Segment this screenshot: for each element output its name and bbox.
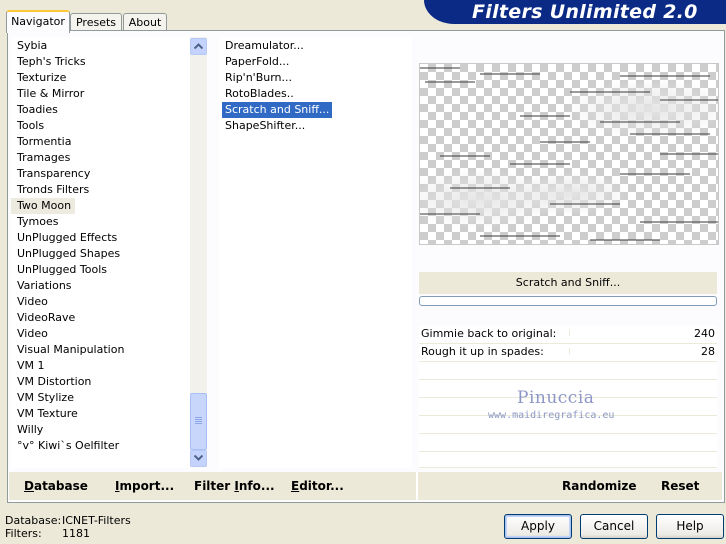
category-item[interactable]: Two Moon (11, 198, 76, 214)
param-label: Rough it up in spades: (421, 345, 544, 358)
category-item[interactable]: VM 1 (11, 358, 191, 374)
filter-list[interactable]: Dreamulator... PaperFold... Rip'n'Burn... R… (219, 37, 412, 468)
current-filter-name: Scratch and Sniff... (419, 272, 717, 294)
filter-item[interactable]: RotoBlades.. (219, 86, 412, 102)
category-item[interactable]: Toadies (11, 102, 191, 118)
filters-count-value: 1181 (62, 527, 90, 540)
category-item[interactable]: Willy (11, 422, 191, 438)
param-value[interactable]: 240 (694, 327, 715, 340)
category-item[interactable]: Sybia (11, 38, 191, 54)
database-status-value: ICNET-Filters (62, 514, 131, 527)
preview-effect (420, 67, 718, 241)
param-label: Gimmie back to original: (421, 327, 557, 340)
preview-image (419, 63, 719, 245)
filter-item[interactable]: Dreamulator... (219, 38, 412, 54)
cancel-button[interactable]: Cancel (580, 514, 648, 539)
param-row-empty[interactable] (419, 452, 717, 468)
category-item[interactable]: Transparency (11, 166, 191, 182)
category-item[interactable]: VM Stylize (11, 390, 191, 406)
category-item[interactable]: UnPlugged Tools (11, 262, 191, 278)
param-row-empty[interactable] (419, 434, 717, 452)
category-item[interactable]: Video (11, 326, 191, 342)
tab-navigator[interactable]: Navigator (6, 10, 70, 33)
filter-item[interactable]: Rip'n'Burn... (219, 70, 412, 86)
category-item[interactable]: Tramages (11, 150, 191, 166)
watermark-name: Pinuccia (517, 388, 595, 408)
watermark-url: www.maidiregrafica.eu (488, 410, 615, 421)
category-list[interactable]: Sybia Teph's Tricks Texturize Tile & Mirror… (11, 37, 191, 468)
category-scrollbar[interactable] (190, 37, 207, 467)
chevron-up-icon (194, 43, 203, 49)
randomize-button[interactable]: Randomize (562, 478, 636, 494)
apply-button[interactable]: Apply (504, 514, 572, 539)
category-item[interactable]: Tormentia (11, 134, 191, 150)
category-item[interactable]: Tronds Filters (11, 182, 191, 198)
category-item[interactable]: Teph's Tricks (11, 54, 191, 70)
category-item[interactable]: Video (11, 294, 191, 310)
tab-about[interactable]: About (123, 13, 167, 31)
category-item[interactable]: VM Texture (11, 406, 191, 422)
app-title-banner: Filters Unlimited 2.0 (424, 0, 726, 24)
category-item[interactable]: UnPlugged Shapes (11, 246, 191, 262)
category-item[interactable]: °v° Kiwi`s Oelfilter (11, 438, 191, 454)
category-item[interactable]: Visual Manipulation (11, 342, 191, 358)
scroll-down-button[interactable] (190, 450, 207, 467)
category-item[interactable]: VM Distortion (11, 374, 191, 390)
category-item[interactable]: VideoRave (11, 310, 191, 326)
param-row[interactable]: Rough it up in spades: 28 (419, 344, 717, 362)
param-row-empty[interactable] (419, 362, 717, 380)
filter-info-button[interactable]: Filter Info... (194, 478, 275, 494)
database-button[interactable]: Database (24, 478, 88, 494)
param-value[interactable]: 28 (701, 345, 715, 358)
category-item[interactable]: Texturize (11, 70, 191, 86)
filter-item[interactable]: PaperFold... (219, 54, 412, 70)
chevron-down-icon (194, 455, 203, 461)
tab-presets[interactable]: Presets (70, 13, 122, 31)
category-item[interactable]: Tools (11, 118, 191, 134)
category-item[interactable]: Variations (11, 278, 191, 294)
editor-button[interactable]: Editor... (291, 478, 344, 494)
app-title: Filters Unlimited 2.0 (472, 1, 698, 23)
param-row[interactable]: Gimmie back to original: 240 (419, 326, 717, 344)
filter-item[interactable]: ShapeShifter... (219, 118, 412, 134)
import-button[interactable]: Import... (115, 478, 174, 494)
scroll-thumb[interactable] (190, 393, 207, 450)
filters-count-label: Filters: (5, 527, 42, 540)
reset-button[interactable]: Reset (661, 478, 699, 494)
scroll-up-button[interactable] (190, 38, 207, 55)
filter-item[interactable]: Scratch and Sniff... (222, 102, 333, 118)
database-status-label: Database: (5, 514, 62, 527)
category-item[interactable]: Tile & Mirror (11, 86, 191, 102)
help-button[interactable]: Help (656, 514, 724, 539)
category-item[interactable]: UnPlugged Effects (11, 230, 191, 246)
progress-bar (419, 296, 717, 306)
category-item[interactable]: Tymoes (11, 214, 191, 230)
